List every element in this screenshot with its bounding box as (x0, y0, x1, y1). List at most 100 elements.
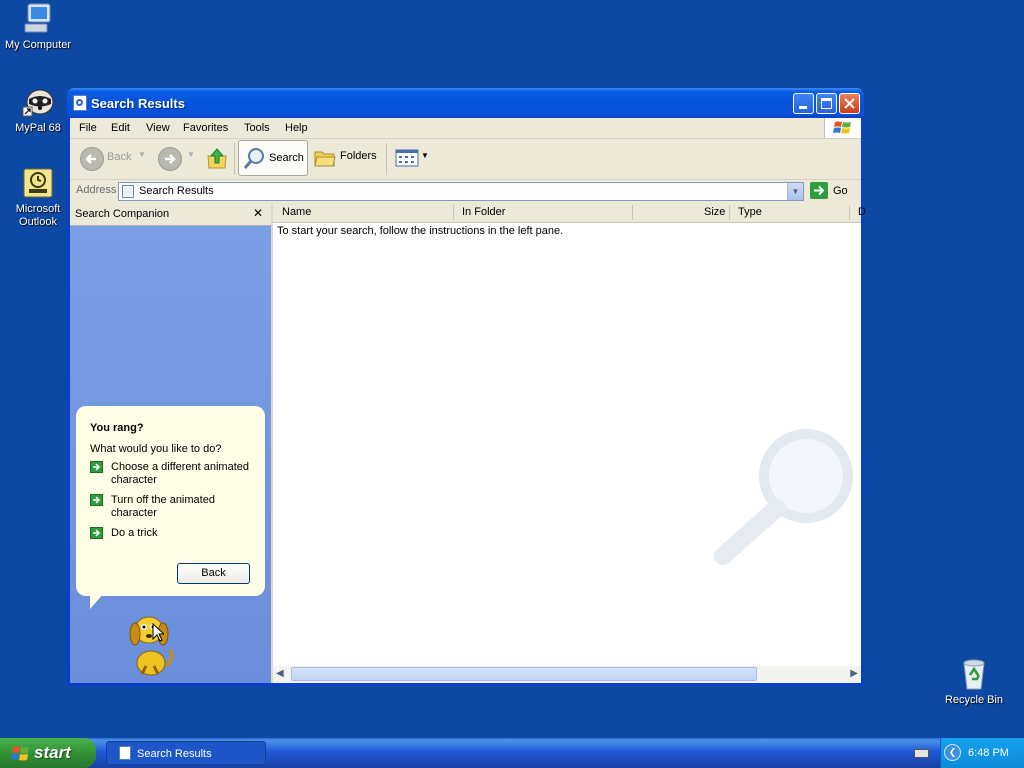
search-window-icon (73, 95, 87, 111)
magnifier-watermark-icon (714, 429, 853, 565)
raccoon-icon (21, 85, 55, 119)
arrow-right-icon (90, 494, 103, 506)
column-divider[interactable] (632, 205, 633, 220)
up-folder-button[interactable] (204, 139, 230, 177)
system-tray: ❮ 6:48 PM (940, 738, 1024, 768)
column-divider[interactable] (849, 205, 850, 220)
address-bar: Address Search Results ▼ Go (70, 180, 861, 202)
maximize-icon (821, 98, 832, 109)
outlook-icon (21, 166, 55, 200)
menu-help[interactable]: Help (285, 122, 308, 134)
content-area: Search Companion ✕ You rang? What would … (70, 203, 866, 683)
option-label: Choose a different animated character (111, 461, 249, 486)
search-companion-header: Search Companion ✕ (70, 203, 271, 226)
chevron-down-icon: ▼ (187, 150, 195, 159)
views-icon (395, 149, 419, 167)
pane-close-icon[interactable]: ✕ (253, 206, 263, 220)
menu-view[interactable]: View (146, 122, 170, 134)
scroll-left-icon[interactable]: ◀ (276, 668, 284, 679)
search-window-icon (119, 746, 131, 760)
standard-toolbar: Back ▼ ▼ Search Folders ▼ (70, 139, 861, 180)
windows-flag-icon (11, 746, 29, 761)
empty-results-message: To start your search, follow the instruc… (277, 225, 564, 237)
window-title: Search Results (91, 96, 185, 111)
column-divider[interactable] (453, 205, 454, 220)
back-button[interactable]: Back ▼ (76, 139, 146, 177)
desktop-icon-mypal[interactable]: MyPal 68 (0, 85, 76, 135)
title-bar[interactable]: Search Results (67, 88, 864, 118)
desktop-icon-my-computer[interactable]: My Computer (0, 2, 76, 52)
column-name[interactable]: Name (282, 206, 311, 218)
go-arrow-icon (810, 182, 828, 199)
menu-favorites[interactable]: Favorites (183, 122, 228, 134)
assistant-balloon: You rang? What would you like to do? Cho… (76, 406, 265, 596)
forward-button[interactable]: ▼ (156, 139, 196, 177)
start-label: start (34, 743, 71, 762)
option-do-a-trick[interactable]: Do a trick (90, 527, 258, 542)
column-in-folder[interactable]: In Folder (462, 206, 505, 218)
folders-icon (314, 151, 336, 167)
option-label: Turn off the animated character (111, 494, 215, 519)
address-label: Address (76, 184, 117, 196)
taskbar: start Search Results ❮ 6:48 PM (0, 738, 1024, 768)
horizontal-scrollbar[interactable]: ◀ ▶ (273, 666, 861, 683)
window-body: File Edit View Favorites Tools Help Back… (70, 118, 866, 683)
chevron-down-icon: ▼ (138, 150, 146, 159)
search-results-window: Search Results File Edit View Favorites … (67, 88, 866, 686)
up-folder-icon (207, 148, 227, 169)
menu-tools[interactable]: Tools (244, 122, 270, 134)
balloon-question: What would you like to do? (90, 443, 222, 455)
results-pane: Name In Folder Size Type D To start your… (273, 203, 866, 683)
go-button[interactable]: Go (810, 182, 858, 201)
scrollbar-thumb[interactable] (291, 667, 757, 681)
desktop-icon-label: My Computer (4, 39, 72, 51)
search-label: Search (269, 152, 304, 164)
menu-file[interactable]: File (79, 122, 97, 134)
close-icon (844, 98, 855, 109)
option-turn-off-character[interactable]: Turn off the animated character (90, 494, 258, 522)
recycle-bin-icon (957, 657, 991, 691)
scroll-right-icon[interactable]: ▶ (850, 668, 858, 679)
computer-icon (21, 2, 55, 36)
mouse-cursor-icon (152, 623, 164, 642)
search-companion-pane: Search Companion ✕ You rang? What would … (70, 203, 271, 683)
address-field[interactable]: Search Results ▼ (118, 182, 804, 201)
menu-edit[interactable]: Edit (111, 122, 130, 134)
column-divider[interactable] (729, 205, 730, 220)
chevron-down-icon: ▼ (421, 151, 429, 160)
desktop-icon-outlook[interactable]: Microsoft Outlook (0, 166, 76, 229)
go-label: Go (833, 185, 848, 197)
folders-button[interactable]: Folders (312, 139, 380, 177)
start-button[interactable]: start (0, 738, 96, 768)
search-dog-character (129, 616, 174, 676)
minimize-button[interactable] (793, 93, 814, 114)
views-button[interactable]: ▼ (392, 139, 430, 177)
keyboard-icon[interactable] (914, 749, 929, 758)
balloon-tail (90, 593, 104, 609)
search-companion-title: Search Companion (75, 208, 170, 220)
search-icon (243, 148, 264, 169)
search-button[interactable]: Search (238, 140, 308, 176)
maximize-button[interactable] (816, 93, 837, 114)
menu-bar: File Edit View Favorites Tools Help (70, 118, 861, 139)
address-dropdown-button[interactable]: ▼ (787, 183, 803, 200)
search-page-icon (122, 185, 134, 198)
column-date[interactable]: D (858, 206, 866, 218)
close-button[interactable] (839, 93, 860, 114)
windows-flag-icon (824, 118, 861, 138)
column-type[interactable]: Type (738, 206, 762, 218)
show-hidden-icons-button[interactable]: ❮ (944, 744, 961, 761)
option-change-character[interactable]: Choose a different animated character (90, 461, 258, 489)
taskbar-item-label: Search Results (137, 748, 212, 760)
back-arrow-icon (80, 147, 104, 171)
desktop-icon-recycle-bin[interactable]: Recycle Bin (936, 657, 1012, 707)
desktop-icon-label: MyPal 68 (15, 122, 61, 134)
column-size[interactable]: Size (704, 206, 725, 218)
results-column-header: Name In Folder Size Type D (273, 203, 866, 223)
taskbar-item-search-results[interactable]: Search Results (106, 741, 266, 765)
balloon-back-button[interactable]: Back (177, 563, 250, 584)
arrow-right-icon (90, 527, 103, 539)
toolbar-separator (386, 143, 387, 175)
clock: 6:48 PM (968, 747, 1009, 759)
back-label: Back (107, 151, 132, 163)
